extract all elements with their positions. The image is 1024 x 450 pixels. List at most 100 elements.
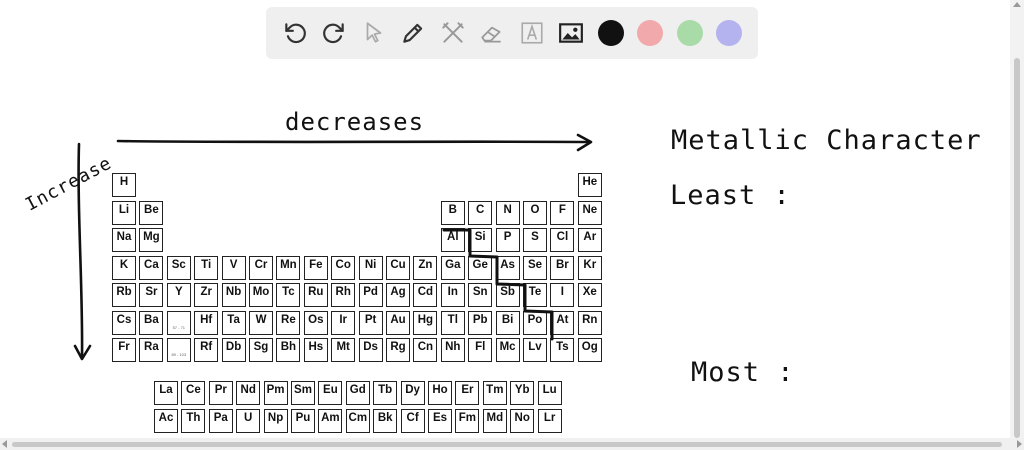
element-symbol: Cn xyxy=(417,341,434,353)
element-symbol: Sc xyxy=(171,258,186,271)
element-symbol: Th xyxy=(186,411,201,424)
element-cell: Na xyxy=(112,228,136,252)
element-cell: Sg xyxy=(249,338,273,362)
element-cell: Pt xyxy=(358,310,383,335)
element-symbol: H xyxy=(119,176,129,188)
scroll-right-icon[interactable] xyxy=(1017,440,1022,448)
vertical-scroll-thumb[interactable] xyxy=(1014,58,1020,438)
element-cell: Sn xyxy=(468,283,493,307)
element-cell: U xyxy=(236,408,261,433)
scroll-up-icon[interactable] xyxy=(1013,2,1021,7)
element-symbol: Cf xyxy=(406,411,419,424)
element-symbol: Ba xyxy=(144,313,159,326)
element-cell: Mo xyxy=(249,283,273,307)
element-symbol: Au xyxy=(390,313,406,326)
element-symbol: Pd xyxy=(363,286,378,298)
element-symbol: Ag xyxy=(390,286,406,298)
element-cell: Si xyxy=(468,228,493,252)
element-symbol: No xyxy=(514,411,530,424)
element-symbol: Tc xyxy=(282,286,295,298)
element-symbol: Cs xyxy=(116,313,132,326)
element-cell: Cn xyxy=(413,338,438,362)
element-cell: Ge xyxy=(468,255,493,280)
element-symbol: Sm xyxy=(294,384,312,396)
element-symbol: Sb xyxy=(500,286,515,298)
element-cell: Mn xyxy=(276,255,301,280)
element-symbol: Tb xyxy=(378,384,393,396)
element-cell: Ba xyxy=(139,310,164,335)
element-cell: Am xyxy=(318,408,343,433)
horizontal-scrollbar[interactable] xyxy=(0,438,1024,450)
element-symbol: Mo xyxy=(252,286,270,298)
element-cell: W xyxy=(249,310,273,335)
element-symbol: Be xyxy=(144,203,159,216)
element-symbol: Na xyxy=(116,231,132,243)
element-cell: Fr xyxy=(112,338,136,362)
element-symbol: He xyxy=(582,176,598,188)
element-symbol: Al xyxy=(447,231,459,243)
element-cell: O xyxy=(523,200,547,225)
element-symbol: Ra xyxy=(144,341,159,353)
element-symbol: Dy xyxy=(405,384,420,396)
element-cell: Be xyxy=(139,200,164,225)
vertical-scrollbar[interactable] xyxy=(1010,0,1024,438)
element-symbol: At xyxy=(556,313,569,326)
element-cell: K xyxy=(112,255,136,280)
element-symbol: La xyxy=(159,384,173,396)
element-symbol: Nd xyxy=(240,384,256,396)
element-cell: Hf xyxy=(194,310,219,335)
element-symbol: Eu xyxy=(323,384,338,396)
element-cell: Fe xyxy=(303,255,328,280)
scroll-left-icon[interactable] xyxy=(2,440,7,448)
element-cell: No xyxy=(510,408,535,433)
element-symbol: Li xyxy=(118,203,130,216)
element-cell: Tb xyxy=(373,381,398,405)
element-symbol: Fm xyxy=(458,411,477,424)
element-symbol: Rb xyxy=(116,286,132,298)
periodic-table: H He Li Be B C N O F Ne Na Mg Al Si P S Cl Ar K Ca Sc Ti V Cr Mn… xyxy=(112,173,606,366)
element-cell: In xyxy=(440,283,465,307)
element-symbol: Bi xyxy=(501,313,514,326)
element-symbol: Og xyxy=(581,341,598,353)
element-symbol: Sn xyxy=(472,286,488,298)
element-cell: Br xyxy=(550,255,575,280)
element-cell: He xyxy=(577,173,602,197)
element-symbol: Ge xyxy=(472,258,488,271)
element-cell: Ta xyxy=(221,310,246,335)
element-cell: Ac xyxy=(154,408,178,433)
element-symbol: Gd xyxy=(349,384,366,396)
element-symbol: Hs xyxy=(308,341,324,353)
element-cell: Ag xyxy=(386,283,410,307)
decreases-label: decreases xyxy=(285,108,425,136)
element-cell: Dy xyxy=(400,381,425,405)
element-cell: C xyxy=(468,200,493,225)
element-symbol: Ni xyxy=(364,258,377,271)
element-symbol: I xyxy=(560,286,564,298)
element-cell: Md xyxy=(482,408,507,433)
element-symbol: Hg xyxy=(417,313,434,326)
element-symbol: Kr xyxy=(583,258,597,271)
element-cell: At xyxy=(550,310,575,335)
element-symbol: Co xyxy=(335,258,351,271)
element-cell: 57 - 71 xyxy=(166,310,191,335)
element-symbol: Si xyxy=(474,231,486,243)
element-symbol: Bk xyxy=(377,411,393,424)
element-cell: Pa xyxy=(208,408,233,433)
element-cell: Se xyxy=(523,255,547,280)
element-symbol: Pa xyxy=(213,411,228,424)
element-cell: Sr xyxy=(139,283,164,307)
element-cell: Hg xyxy=(413,310,438,335)
element-cell: Nd xyxy=(236,381,261,405)
horizontal-scroll-thumb[interactable] xyxy=(12,442,1002,447)
element-cell: Er xyxy=(455,381,480,405)
element-symbol: Zr xyxy=(200,286,212,298)
element-symbol: Mt xyxy=(336,341,350,353)
element-symbol: Pm xyxy=(266,384,285,396)
element-cell: Mc xyxy=(495,338,520,362)
element-cell: Cd xyxy=(413,283,438,307)
element-cell: Fm xyxy=(455,408,480,433)
element-cell: Sc xyxy=(166,255,191,280)
least-label: Least : xyxy=(670,180,791,211)
element-symbol: Ce xyxy=(186,384,201,396)
element-symbol: As xyxy=(500,258,515,271)
